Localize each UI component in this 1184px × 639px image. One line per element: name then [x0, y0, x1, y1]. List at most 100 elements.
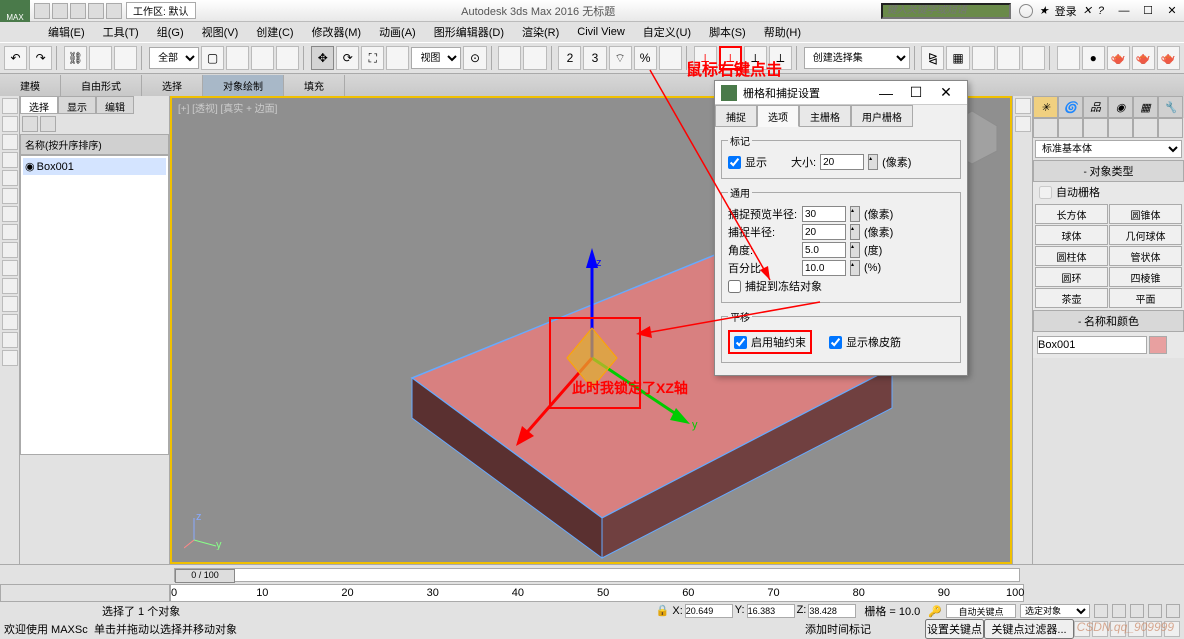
- placement-button[interactable]: [386, 46, 409, 70]
- dialog-close[interactable]: ✕: [931, 84, 961, 101]
- time-slider-thumb[interactable]: 0 / 100: [175, 569, 235, 583]
- prim-pyramid[interactable]: 四棱锥: [1109, 267, 1182, 287]
- undo-button[interactable]: ↶: [4, 46, 27, 70]
- time-ruler[interactable]: 0 10 20 30 40 50 60 70 80 90 100: [170, 584, 1024, 602]
- playback-next-icon[interactable]: [1148, 604, 1162, 618]
- schematic-button[interactable]: [1057, 46, 1080, 70]
- workspace-dropdown[interactable]: 工作区: 默认: [126, 2, 196, 19]
- mirror-button[interactable]: ⧎: [921, 46, 944, 70]
- marker-size-input[interactable]: [820, 154, 864, 170]
- rotate-button[interactable]: ⟳: [336, 46, 359, 70]
- playback-start-icon[interactable]: [1094, 604, 1108, 618]
- prim-plane[interactable]: 平面: [1109, 288, 1182, 308]
- cmd-tab-motion[interactable]: ◉: [1108, 96, 1133, 118]
- curve-editor-button[interactable]: [1022, 46, 1045, 70]
- snap-radius-input[interactable]: [802, 224, 846, 240]
- enable-axis-constraint-checkbox[interactable]: [734, 336, 747, 349]
- selection-filter-dropdown[interactable]: 全部: [149, 47, 199, 69]
- left-tool-12[interactable]: [2, 296, 18, 312]
- cmd-sub-cameras[interactable]: [1108, 118, 1133, 138]
- info-icon[interactable]: [1019, 4, 1033, 18]
- left-tool-3[interactable]: [2, 134, 18, 150]
- menu-rendering[interactable]: 渲染(R): [514, 22, 567, 42]
- cmd-sub-helpers[interactable]: [1133, 118, 1158, 138]
- key-lock-icon[interactable]: 🔑: [928, 605, 942, 618]
- keyfilter-button[interactable]: 关键点过滤器...: [984, 619, 1074, 639]
- qat-save-icon[interactable]: [70, 3, 86, 19]
- preview-radius-input[interactable]: [802, 206, 846, 222]
- left-tool-4[interactable]: [2, 152, 18, 168]
- ribbon-freeform[interactable]: 自由形式: [61, 75, 142, 96]
- display-marker-checkbox[interactable]: [728, 156, 741, 169]
- close-button[interactable]: ✕: [1160, 2, 1184, 20]
- minimize-button[interactable]: —: [1112, 2, 1136, 20]
- cmd-tab-utilities[interactable]: 🔧: [1158, 96, 1183, 118]
- ribbon-modeling[interactable]: 建模: [0, 75, 61, 96]
- dlg-tab-usergrid[interactable]: 用户栅格: [851, 105, 913, 127]
- angle-input[interactable]: [802, 242, 846, 258]
- preview-radius-spinner[interactable]: ▴: [850, 206, 860, 222]
- left-tool-15[interactable]: [2, 350, 18, 366]
- link-button[interactable]: ⛓: [64, 46, 87, 70]
- scale-button[interactable]: ⛶: [361, 46, 384, 70]
- playback-prev-icon[interactable]: [1112, 604, 1126, 618]
- left-tool-1[interactable]: [2, 98, 18, 114]
- login-link[interactable]: 登录: [1055, 3, 1077, 19]
- left-tool-13[interactable]: [2, 314, 18, 330]
- scene-filter-icon[interactable]: [40, 116, 56, 132]
- menu-help[interactable]: 帮助(H): [756, 22, 809, 42]
- object-color-swatch[interactable]: [1149, 336, 1167, 354]
- playback-play-icon[interactable]: [1130, 604, 1144, 618]
- scene-tab-edit[interactable]: 编辑: [96, 96, 134, 114]
- left-tool-7[interactable]: [2, 206, 18, 222]
- menu-group[interactable]: 组(G): [149, 22, 192, 42]
- menu-customize[interactable]: 自定义(U): [635, 22, 699, 42]
- cmd-sub-lights[interactable]: [1083, 118, 1108, 138]
- percent-snap-button[interactable]: %: [634, 46, 657, 70]
- ribbon-objpaint[interactable]: 对象绘制: [203, 75, 284, 96]
- manipulate-button[interactable]: [498, 46, 521, 70]
- maximize-button[interactable]: ☐: [1136, 2, 1160, 20]
- prim-cylinder[interactable]: 圆柱体: [1035, 246, 1108, 266]
- setkey-button[interactable]: 设置关键点: [925, 619, 984, 639]
- render-button[interactable]: 🫖: [1157, 46, 1180, 70]
- cmd-tab-hierarchy[interactable]: 品: [1083, 96, 1108, 118]
- dlg-tab-homegrid[interactable]: 主栅格: [799, 105, 851, 127]
- move-button[interactable]: ✥: [311, 46, 334, 70]
- ribbon-selection[interactable]: 选择: [142, 75, 203, 96]
- right-tool-1[interactable]: [1015, 98, 1031, 114]
- qat-new-icon[interactable]: [34, 3, 50, 19]
- snap-frozen-checkbox[interactable]: [728, 280, 741, 293]
- prim-cone[interactable]: 圆锥体: [1109, 204, 1182, 224]
- left-tool-2[interactable]: [2, 116, 18, 132]
- left-tool-10[interactable]: [2, 260, 18, 276]
- menu-edit[interactable]: 编辑(E): [40, 22, 93, 42]
- snap2d-button[interactable]: 2: [558, 46, 581, 70]
- named-selection-dropdown[interactable]: 创建选择集: [804, 47, 910, 69]
- coord-x-input[interactable]: [685, 604, 733, 618]
- scene-search-icon[interactable]: [22, 116, 38, 132]
- scene-tree[interactable]: ◉Box001: [20, 155, 169, 455]
- left-tool-9[interactable]: [2, 242, 18, 258]
- close-x-icon[interactable]: ✕: [1083, 4, 1092, 17]
- qat-redo-icon[interactable]: [106, 3, 122, 19]
- snap-radius-spinner[interactable]: ▴: [850, 224, 860, 240]
- help-search-input[interactable]: [881, 3, 1011, 19]
- snap3d-button[interactable]: 3: [583, 46, 606, 70]
- prim-torus[interactable]: 圆环: [1035, 267, 1108, 287]
- playback-end-icon[interactable]: [1166, 604, 1180, 618]
- dialog-maximize[interactable]: ☐: [901, 84, 931, 101]
- layers-button[interactable]: [972, 46, 995, 70]
- redo-button[interactable]: ↷: [29, 46, 52, 70]
- menu-civilview[interactable]: Civil View: [569, 24, 632, 40]
- asset-button[interactable]: [997, 46, 1020, 70]
- select-button[interactable]: ▢: [201, 46, 224, 70]
- pivot-button[interactable]: ⊙: [463, 46, 486, 70]
- dialog-minimize[interactable]: —: [871, 85, 901, 101]
- menu-view[interactable]: 视图(V): [194, 22, 247, 42]
- select-region-button[interactable]: [251, 46, 274, 70]
- cmd-sub-geometry[interactable]: [1033, 118, 1058, 138]
- select-name-button[interactable]: [226, 46, 249, 70]
- scene-item-box001[interactable]: ◉Box001: [23, 158, 166, 175]
- scene-sort-header[interactable]: 名称(按升序排序): [20, 134, 169, 155]
